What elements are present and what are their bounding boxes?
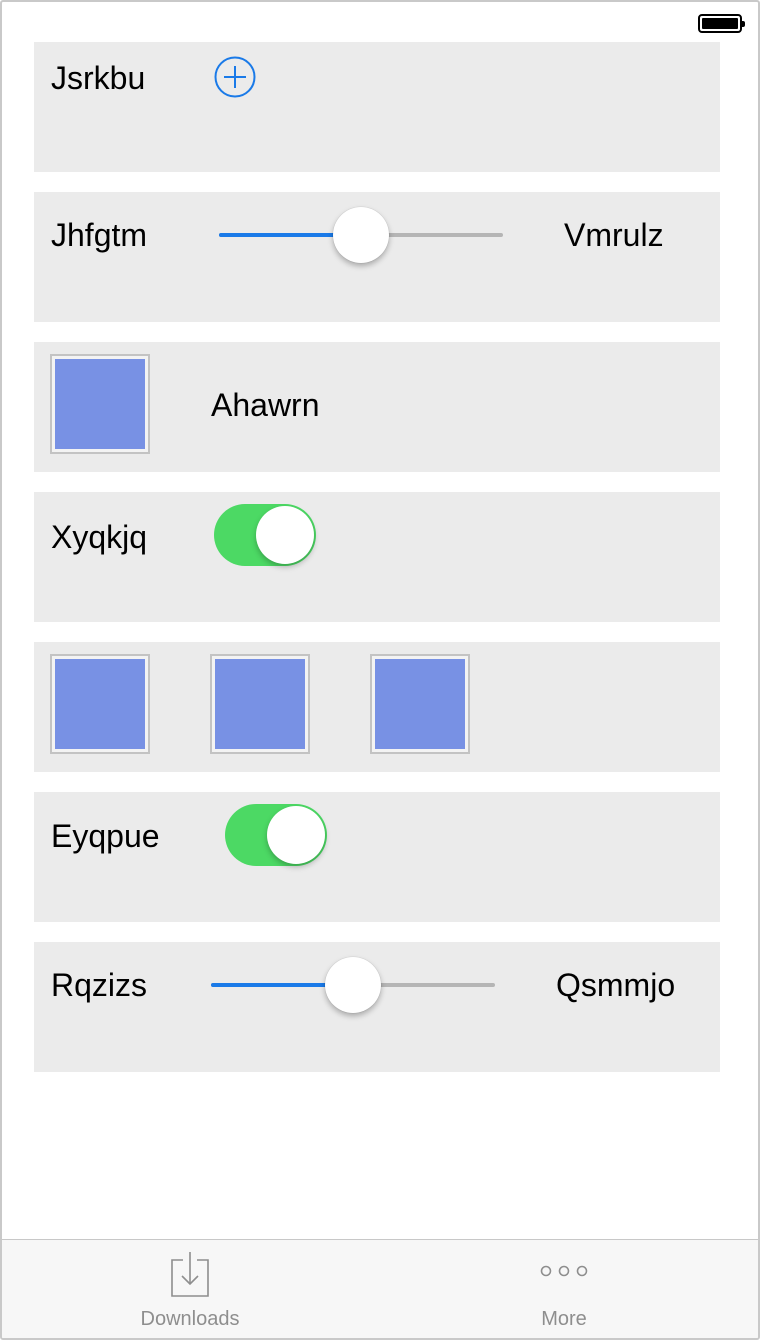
slider-left-label: Jhfgtm [51, 217, 148, 253]
tab-label: More [541, 1308, 587, 1330]
tab-downloads[interactable]: Downloads [90, 1240, 290, 1338]
row-label: Eyqpue [51, 818, 160, 854]
image-placeholder [375, 659, 465, 749]
add-button[interactable] [214, 56, 256, 98]
slider-left-label: Rqzizs [51, 967, 148, 1003]
tab-label: Downloads [140, 1308, 240, 1330]
image-thumbnail-2[interactable] [210, 654, 310, 754]
row-xyqkjq: Xyqkjq [34, 492, 720, 622]
image-thumbnail-1[interactable] [50, 654, 150, 754]
row-jsrkbu: Jsrkbu [34, 42, 720, 172]
image-placeholder [55, 659, 145, 749]
row-eyqpue: Eyqpue [34, 792, 720, 922]
row-ahawrn: Ahawrn [34, 342, 720, 472]
row-label: Ahawrn [211, 387, 320, 423]
image-placeholder [55, 359, 145, 449]
slider[interactable] [219, 205, 503, 265]
slider-right-label: Qsmmjo [556, 967, 676, 1003]
battery-icon [698, 14, 745, 33]
slider[interactable] [211, 955, 495, 1015]
row-image-gallery [34, 642, 720, 772]
image-thumbnail[interactable] [50, 354, 150, 454]
toggle-knob [267, 806, 325, 864]
slider-right-label: Vmrulz [564, 217, 664, 253]
slider-thumb[interactable] [333, 207, 389, 263]
image-placeholder [215, 659, 305, 749]
row-label: Xyqkjq [51, 519, 148, 555]
image-thumbnail-3[interactable] [370, 654, 470, 754]
tab-more[interactable]: More [464, 1240, 664, 1338]
toggle-switch[interactable] [214, 504, 316, 566]
more-dots-icon [540, 1265, 588, 1277]
tab-bar: Downloads More [2, 1239, 758, 1338]
app-screen: Jsrkbu Jhfgtm Vmrulz Ahawrn Xyqkjq Eyqpu… [0, 0, 760, 1340]
plus-circle-icon [214, 56, 256, 98]
download-tray-icon [171, 1252, 209, 1297]
row-rqzizs: Rqzizs Qsmmjo [34, 942, 720, 1072]
toggle-knob [256, 506, 314, 564]
slider-thumb[interactable] [325, 957, 381, 1013]
row-jhfgtm: Jhfgtm Vmrulz [34, 192, 720, 322]
status-bar [2, 2, 758, 42]
row-label: Jsrkbu [51, 60, 146, 96]
toggle-switch[interactable] [225, 804, 327, 866]
